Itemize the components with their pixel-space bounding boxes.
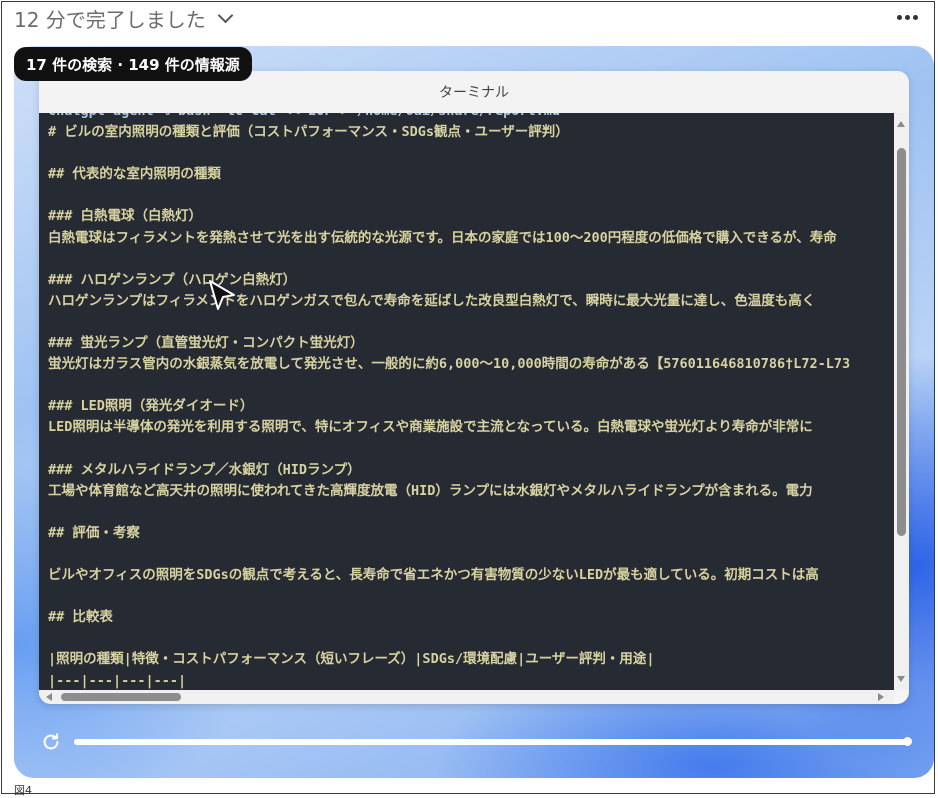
terminal-line: ### 白熱電球（白熱灯） [48, 208, 203, 225]
replay-icon[interactable] [40, 731, 62, 753]
horizontal-scrollbar[interactable] [39, 690, 894, 704]
terminal-line: ビルやオフィスの照明をSDGsの観点で考えると、長寿命で省エネかつ有害物質の少な… [48, 567, 819, 584]
terminal-line: ## 比較表 [48, 609, 113, 626]
terminal-line: # ビルの室内照明の種類と評価（コストパフォーマンス・SDGs観点・ユーザー評判… [48, 124, 569, 141]
scroll-down-arrow-icon[interactable] [897, 676, 905, 682]
terminal-line: ### LED照明（発光ダイオード） [48, 398, 254, 415]
terminal-line: LED照明は半導体の発光を利用する照明で、特にオフィスや商業施設で主流となってい… [48, 419, 813, 436]
chevron-down-icon[interactable] [217, 7, 234, 23]
scroll-up-arrow-icon[interactable] [897, 121, 905, 127]
terminal-line: 蛍光灯はガラス管内の水銀蒸気を放電して発光させ、一般的に約6,000～10,00… [48, 356, 851, 373]
terminal-text: chatgpt-agent % bash -lc cat << EOF > /h… [48, 113, 894, 690]
scroll-right-arrow-icon[interactable] [878, 693, 884, 701]
playback-progress-fill [74, 737, 912, 746]
terminal-line: |---|---|---|---| [48, 672, 187, 689]
terminal-line: |照明の種類|特徴・コストパフォーマンス（短いフレーズ）|SDGs/環境配慮|ユ… [48, 651, 655, 668]
task-status-title: 12 分で完了しました [14, 7, 206, 32]
terminal-line: ### メタルハライドランプ／水銀灯（HIDランプ） [48, 461, 361, 478]
figure-caption: 図4 [14, 784, 32, 797]
search-summary-badge: 17 件の検索 · 149 件の情報源 [14, 47, 252, 81]
vertical-scroll-thumb[interactable] [897, 148, 906, 536]
scroll-left-arrow-icon[interactable] [46, 693, 52, 701]
search-summary-text: 17 件の検索 · 149 件の情報源 [26, 55, 240, 74]
terminal-line: 工場や体育館など高天井の照明に使われてきた高輝度放電（HID）ランプには水銀灯や… [48, 482, 813, 499]
terminal-command-line: chatgpt-agent % bash -lc cat << EOF > /h… [48, 113, 894, 122]
terminal-line: ハロゲンランプはフィラメントをハロゲンガスで包んで寿命を延ばした改良型白熱灯で、… [48, 292, 816, 309]
vertical-scrollbar[interactable] [894, 113, 909, 690]
terminal-line: ## 評価・考察 [48, 524, 140, 541]
horizontal-scroll-thumb[interactable] [61, 693, 181, 701]
result-panel: 12 分で完了しました 17 件の検索 · 149 件の情報源 ターミナル ch… [1, 1, 935, 797]
terminal-line: ### 蛍光ランプ（直管蛍光灯・コンパクト蛍光灯） [48, 335, 364, 352]
task-status-header[interactable]: 12 分で完了しました [14, 4, 234, 32]
more-icon-dot [904, 14, 910, 20]
terminal-window: ターミナル chatgpt-agent % bash -lc cat << EO… [39, 71, 909, 704]
terminal-line: ## 代表的な室内照明の種類 [48, 166, 221, 183]
agent-replay-stage: ターミナル chatgpt-agent % bash -lc cat << EO… [14, 46, 934, 778]
more-icon-dot [896, 14, 902, 20]
terminal-output[interactable]: chatgpt-agent % bash -lc cat << EOF > /h… [39, 113, 894, 690]
terminal-title: ターミナル [439, 85, 509, 101]
terminal-line: ### ハロゲンランプ（ハロゲン白熱灯） [48, 271, 297, 288]
playback-progress-slider[interactable] [74, 737, 912, 746]
terminal-line: 白熱電球はフィラメントを発熱させて光を出す伝統的な光源です。日本の家庭では100… [48, 229, 837, 246]
playback-progress-knob[interactable] [903, 737, 912, 746]
more-options-button[interactable] [890, 4, 924, 30]
more-icon-dot [912, 14, 918, 20]
mouse-cursor-icon [209, 280, 235, 310]
